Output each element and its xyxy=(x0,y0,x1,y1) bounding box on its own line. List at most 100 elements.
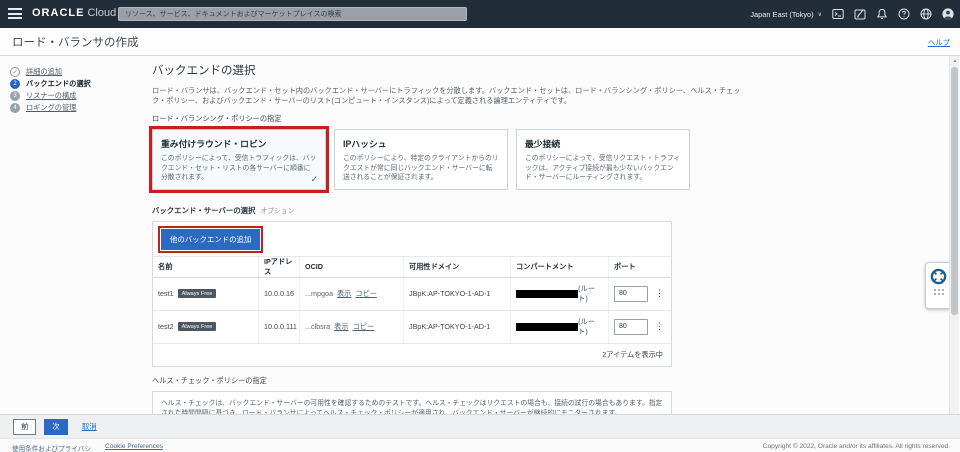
chevron-down-icon: ∨ xyxy=(818,11,822,18)
page-footer: 使用条件およびプライバシ Cookie Preferences Copyrigh… xyxy=(0,438,960,452)
redacted-bar xyxy=(516,290,578,298)
section-heading: バックエンドの選択 xyxy=(152,62,752,78)
policy-description: このポリシーにより、特定のクライアントからのリクエストが常に同じバックエンド・サ… xyxy=(343,154,499,183)
step-number: 3 xyxy=(10,91,20,101)
col-header-port: ポート xyxy=(608,257,671,277)
topbar: ORACLECloud Japan East (Tokyo) ∨ xyxy=(0,0,960,28)
logo-oracle: ORACLE xyxy=(32,7,84,19)
backend-label-text: バックエンド・サーバーの選択 xyxy=(152,205,255,216)
compartment-suffix: (ルート) xyxy=(578,284,603,304)
show-link[interactable]: 表示 xyxy=(334,322,348,332)
scrollbar-thumb[interactable] xyxy=(951,67,958,315)
always-free-badge: Always Free xyxy=(178,289,217,298)
policy-card-ip-hash[interactable]: IPハッシュ このポリシーにより、特定のクライアントからのリクエストが常に同じバ… xyxy=(334,129,508,190)
compartment-suffix: (ルート) xyxy=(578,317,603,337)
announcements-icon[interactable] xyxy=(853,8,866,21)
cell-ocid: ...mpgoa 表示 コピー xyxy=(299,278,403,310)
logo-cloud: Cloud xyxy=(87,7,116,19)
copy-link[interactable]: コピー xyxy=(353,322,375,332)
cell-ip: 10.0.0.111 xyxy=(258,311,299,343)
help-link[interactable]: ヘルプ xyxy=(928,37,950,48)
backend-name: test1 xyxy=(158,289,174,298)
backend-name: test2 xyxy=(158,322,174,331)
cell-name: test1 Always Free xyxy=(153,278,258,310)
optional-hint: オプション xyxy=(260,205,294,215)
topbar-right-cluster: Japan East (Tokyo) ∨ xyxy=(750,0,954,28)
region-selector[interactable]: Japan East (Tokyo) ∨ xyxy=(750,10,822,19)
previous-button[interactable]: 前 xyxy=(13,419,36,435)
backend-section-label: バックエンド・サーバーの選択 オプション xyxy=(152,205,752,216)
policy-title: 重み付けラウンド・ロビン xyxy=(161,137,317,150)
globe-icon[interactable] xyxy=(919,8,932,21)
next-button[interactable]: 次 xyxy=(44,419,67,435)
cell-compartment: (ルート) xyxy=(510,311,608,343)
user-avatar[interactable] xyxy=(941,8,954,21)
policy-section-label: ロード・バランシング・ポリシーの指定 xyxy=(152,114,752,124)
cell-ocid: ...clbsra 表示 コピー xyxy=(299,311,403,343)
scroll-up-arrow-icon[interactable]: ▲ xyxy=(950,56,960,66)
col-header-name: 名前 xyxy=(153,257,258,277)
life-ring-icon xyxy=(930,268,947,285)
cookie-preferences-link[interactable]: Cookie Preferences xyxy=(105,443,163,452)
wizard-step-configure-listener[interactable]: 3 リスナーの構成 xyxy=(10,91,91,101)
copyright-text: Copyright © 2022, Oracle and/or its affi… xyxy=(763,443,950,450)
port-input[interactable] xyxy=(614,319,648,335)
cell-name: test2 Always Free xyxy=(153,311,258,343)
step-number: 2 xyxy=(10,79,20,89)
terms-privacy-link[interactable]: 使用条件およびプライバシ xyxy=(12,443,91,452)
redacted-bar xyxy=(516,323,578,331)
port-input[interactable] xyxy=(614,286,648,302)
backends-panel: 他のバックエンドの追加 名前 IPアドレス OCID 可用性ドメイン コンパート… xyxy=(152,221,672,367)
policy-title: IPハッシュ xyxy=(343,137,499,150)
policy-description: このポリシーによって、受信トラフィックは、バックエンド・セット・リストの各サーバ… xyxy=(161,154,317,183)
col-header-ocid: OCID xyxy=(299,257,403,277)
page-title-bar: ロード・バランサの作成 ヘルプ xyxy=(0,28,960,56)
region-label: Japan East (Tokyo) xyxy=(750,10,813,19)
hamburger-menu-icon[interactable] xyxy=(8,8,22,19)
policy-title: 最少接続 xyxy=(525,137,681,150)
row-actions-kebab-icon[interactable]: ⋮ xyxy=(653,321,666,332)
step-label: バックエンドの選択 xyxy=(26,79,91,89)
ocid-value: ...mpgoa xyxy=(305,289,333,298)
oracle-cloud-logo: ORACLECloud xyxy=(32,7,116,19)
always-free-badge: Always Free xyxy=(178,322,217,331)
wizard-step-manage-logging[interactable]: 4 ロギングの管理 xyxy=(10,103,91,113)
section-description: ロード・バランサは、バックエンド・セット内のバックエンド・サーバーにトラフィック… xyxy=(152,86,744,107)
global-search-input[interactable] xyxy=(118,7,467,21)
table-row: test2 Always Free 10.0.0.111 ...clbsra 表… xyxy=(153,310,671,343)
copy-link[interactable]: コピー xyxy=(355,289,377,299)
cloud-shell-icon[interactable] xyxy=(831,8,844,21)
col-header-compartment: コンパートメント xyxy=(510,257,608,277)
table-row: test1 Always Free 10.0.0.16 ...mpgoa 表示 … xyxy=(153,278,671,310)
cell-compartment: (ルート) xyxy=(510,278,608,310)
table-item-count: 2アイテムを表示中 xyxy=(153,343,671,366)
scrollbar-track[interactable]: ▲ xyxy=(949,56,959,414)
wizard-step-choose-backends[interactable]: 2 バックエンドの選択 xyxy=(10,79,91,89)
cell-port: ⋮ xyxy=(608,278,671,310)
wizard-step-add-details[interactable]: ✓ 詳細の追加 xyxy=(10,67,91,77)
health-section-label: ヘルス・チェック・ポリシーの指定 xyxy=(152,376,752,386)
step-number: 4 xyxy=(10,103,20,113)
cell-availability-domain: JBpK:AP-TOKYO-1-AD-1 xyxy=(403,311,510,343)
support-widget[interactable] xyxy=(925,262,952,309)
show-link[interactable]: 表示 xyxy=(337,289,351,299)
row-actions-kebab-icon[interactable]: ⋮ xyxy=(653,288,666,299)
col-header-ad: 可用性ドメイン xyxy=(403,257,510,277)
oci-console-page: ORACLECloud Japan East (Tokyo) ∨ xyxy=(0,0,960,452)
footer-links: 使用条件およびプライバシ Cookie Preferences xyxy=(12,443,163,452)
notifications-bell-icon[interactable] xyxy=(875,8,888,21)
backends-toolbar: 他のバックエンドの追加 xyxy=(153,222,671,256)
add-backends-button[interactable]: 他のバックエンドの追加 xyxy=(161,229,260,250)
wizard-steps: ✓ 詳細の追加 2 バックエンドの選択 3 リスナーの構成 4 ロギングの管理 xyxy=(10,67,91,115)
policy-card-weighted-round-robin[interactable]: 重み付けラウンド・ロビン このポリシーによって、受信トラフィックは、バックエンド… xyxy=(152,129,326,190)
backends-table-header: 名前 IPアドレス OCID 可用性ドメイン コンパートメント ポート xyxy=(153,256,671,278)
cancel-link[interactable]: 取消 xyxy=(82,421,97,432)
step-label: リスナーの構成 xyxy=(26,91,76,101)
cell-ip: 10.0.0.16 xyxy=(258,278,299,310)
drag-dots-icon xyxy=(933,289,945,295)
policy-card-least-connections[interactable]: 最少接続 このポリシーによって、受信リクエスト・トラフィックは、アクティブ接続が… xyxy=(516,129,690,190)
selected-check-icon: ✓ xyxy=(310,174,318,185)
cell-port: ⋮ xyxy=(608,311,671,343)
help-circle-icon[interactable] xyxy=(897,8,910,21)
page-title: ロード・バランサの作成 xyxy=(12,34,139,50)
